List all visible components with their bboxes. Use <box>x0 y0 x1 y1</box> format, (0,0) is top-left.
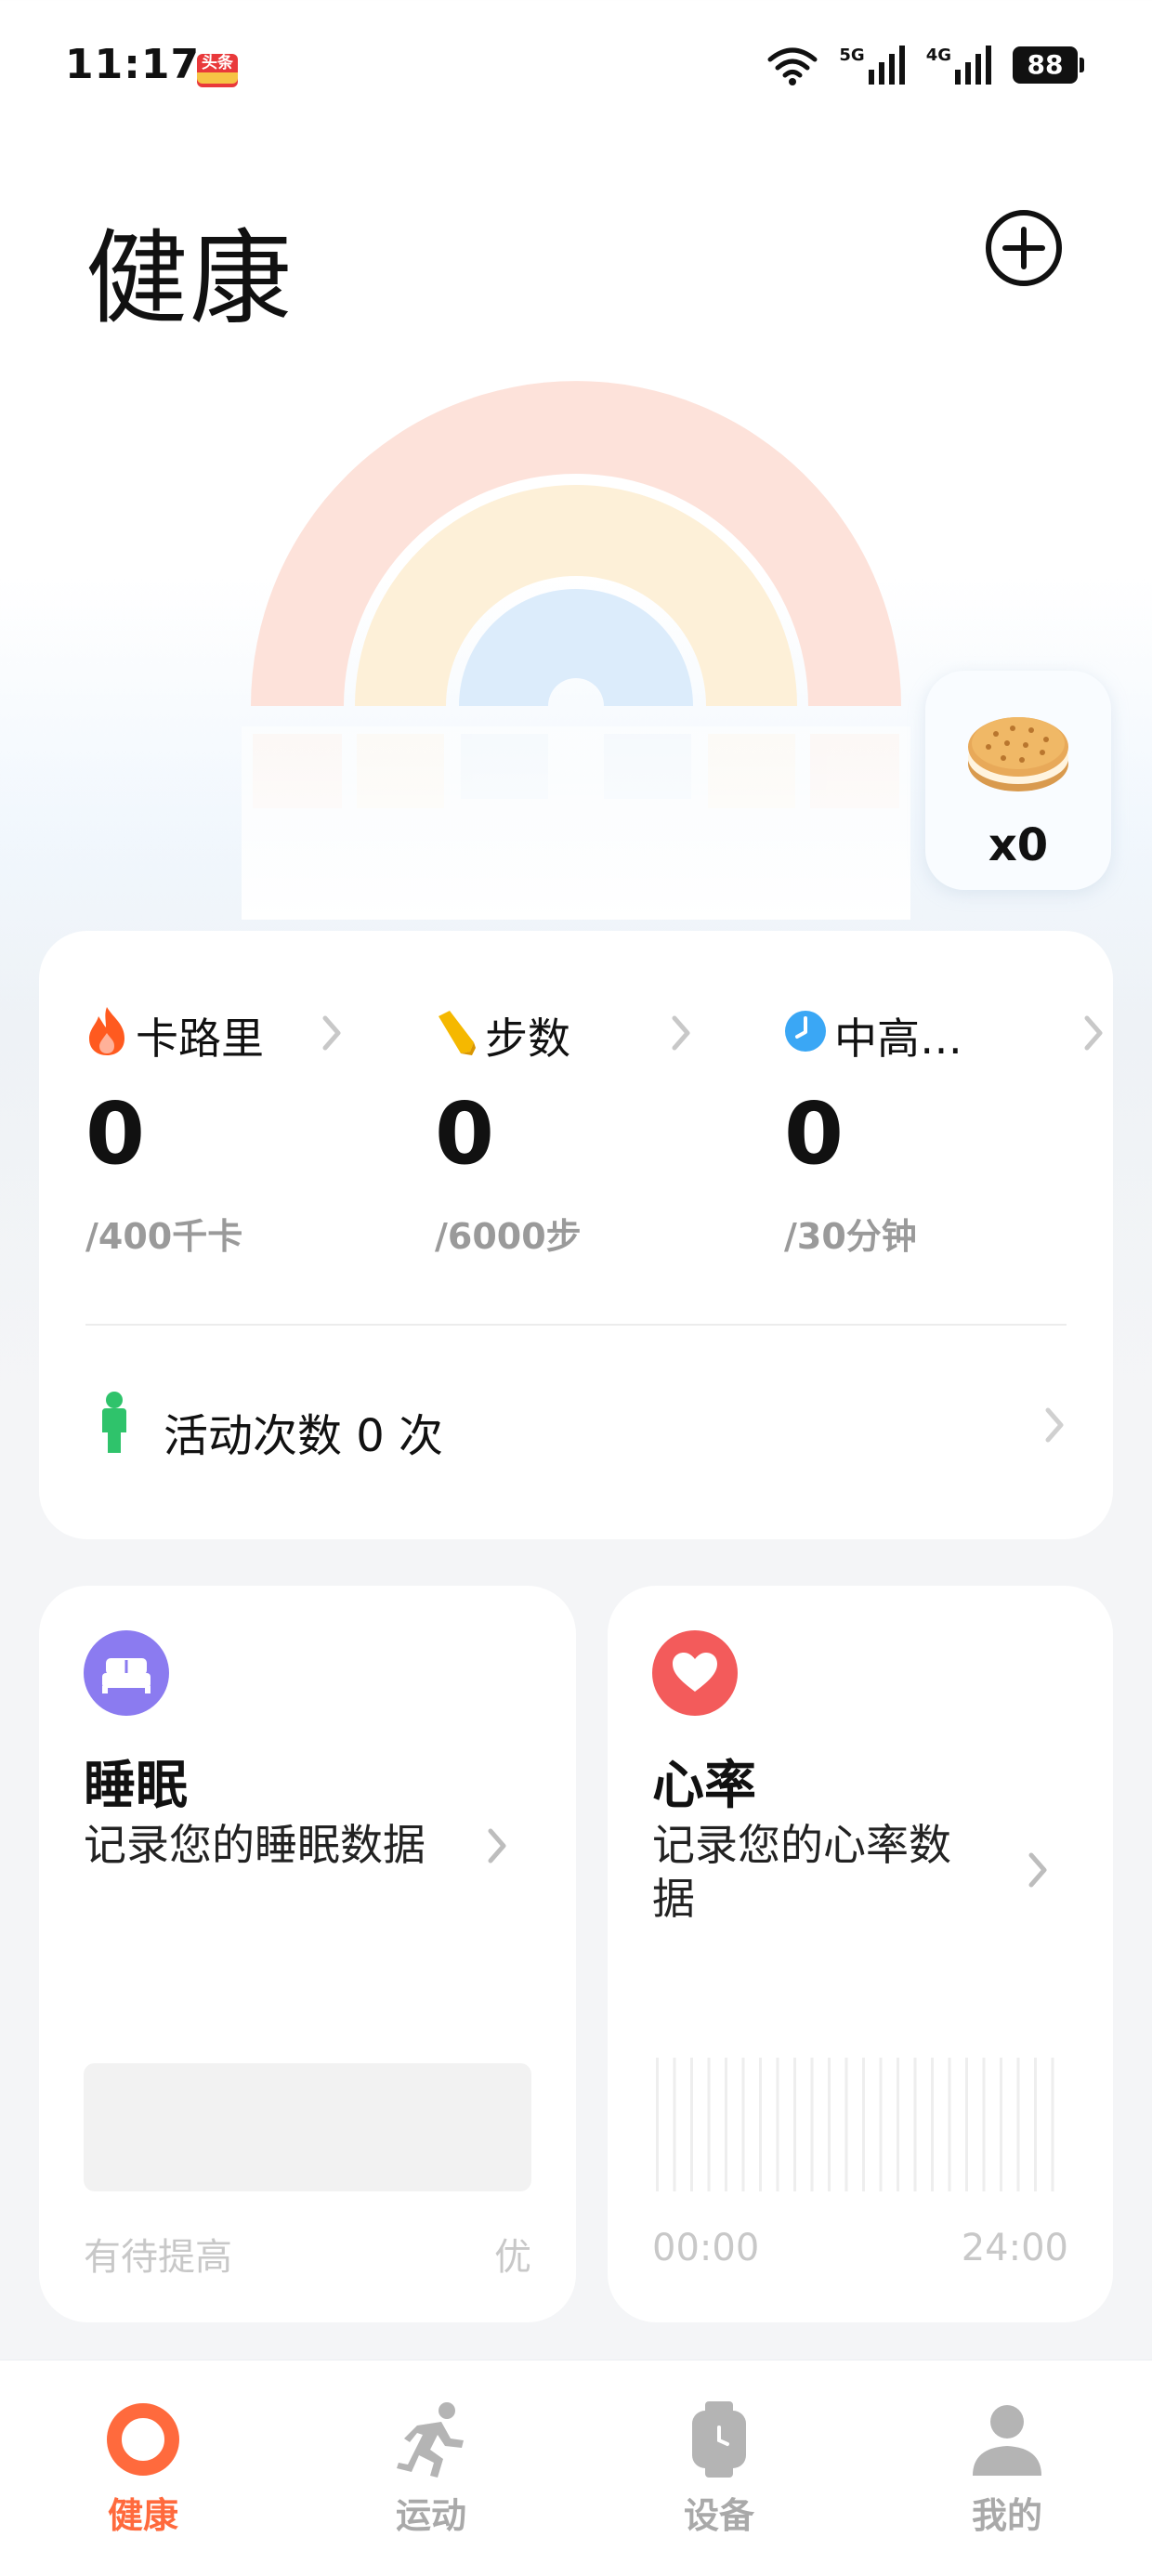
sleep-scale-low: 有待提高 <box>84 2236 232 2279</box>
tab-label: 我的 <box>971 2495 1042 2536</box>
watch-icon <box>692 2401 746 2478</box>
heart-rate-placeholder-bar <box>759 2058 762 2191</box>
shoe-icon <box>439 1011 476 1055</box>
wifi-icon <box>767 47 818 85</box>
heart-rate-placeholder-bar <box>725 2058 727 2191</box>
heart-rate-placeholder-bar <box>844 2058 848 2191</box>
news-app-label: 头条 <box>202 54 233 72</box>
metric-calories[interactable]: 卡路里 0 /400千卡 <box>39 931 373 1302</box>
heart-rate-placeholder-bar <box>913 2058 917 2191</box>
exercise-ring <box>459 589 693 706</box>
sleep-scale-high: 优 <box>494 2236 531 2279</box>
bottom-tab-bar: 健康 运动 设备 我的 <box>0 2360 1152 2576</box>
running-icon <box>397 2402 464 2478</box>
page-title: 健康 <box>85 219 294 338</box>
bed-icon <box>84 1630 169 1716</box>
chevron-right-icon <box>1028 1852 1047 1888</box>
heart-rate-placeholder-bar <box>879 2058 883 2191</box>
heart-rate-placeholder-bar <box>656 2058 659 2191</box>
heart-rate-subtitle: 记录您的心率数据 <box>652 1820 951 1924</box>
heart-rate-placeholder-bar <box>1016 2058 1020 2191</box>
metric-label: 中高… <box>834 1013 962 1064</box>
heart-rate-placeholder-bar <box>828 2058 831 2191</box>
heart-rate-placeholder-bar <box>897 2058 899 2191</box>
tab-label: 健康 <box>107 2495 178 2536</box>
tab-me[interactable]: 我的 <box>923 2398 1091 2546</box>
plus-circle-icon[interactable] <box>985 209 1063 287</box>
flame-icon <box>89 1007 124 1055</box>
activity-rings-graphic[interactable] <box>242 381 910 920</box>
person-standing-icon <box>102 1392 126 1453</box>
activity-count-label: 活动次数 0 次 <box>164 1410 444 1462</box>
heart-rate-placeholder-bar <box>741 2058 745 2191</box>
status-time: 11:17 <box>65 41 201 88</box>
heart-icon <box>652 1630 738 1716</box>
divider <box>85 1324 1067 1326</box>
activity-count-row[interactable]: 活动次数 0 次 <box>39 1367 1113 1479</box>
metric-goal: /400千卡 <box>85 1216 243 1257</box>
chevron-right-icon <box>1045 1407 1064 1443</box>
heart-rate-placeholder-bar <box>707 2058 711 2191</box>
heart-rate-placeholder-bar <box>673 2058 676 2191</box>
chevron-right-icon <box>1084 1015 1103 1051</box>
sleep-card[interactable]: 睡眠 记录您的睡眠数据 有待提高 优 <box>39 1586 576 2322</box>
clock-icon <box>785 1011 826 1052</box>
heart-rate-title: 心率 <box>652 1756 756 1816</box>
network-5g-label: 5G <box>839 46 865 65</box>
chevron-right-icon <box>322 1015 341 1051</box>
metric-value: 0 <box>784 1084 844 1183</box>
cookie-icon <box>968 717 1068 791</box>
heart-rate-placeholder-bar <box>1000 2058 1002 2191</box>
heart-rate-placeholder-bar <box>690 2058 693 2191</box>
heart-rate-card[interactable]: 心率 记录您的心率数据 00:00 24:00 <box>608 1586 1113 2322</box>
metric-exercise-minutes[interactable]: 中高… 0 /30分钟 <box>738 931 1113 1302</box>
heart-rate-time-start: 00:00 <box>652 2227 760 2269</box>
network-4g-label: 4G <box>925 46 951 65</box>
tab-label: 运动 <box>395 2495 466 2536</box>
heart-rate-placeholder-bar <box>1051 2058 1054 2191</box>
heart-rate-placeholder-bar <box>931 2058 934 2191</box>
chevron-right-icon <box>488 1828 506 1863</box>
heart-rate-time-end: 24:00 <box>961 2227 1068 2269</box>
battery-indicator: 88 <box>1013 46 1084 84</box>
tab-sport[interactable]: 运动 <box>347 2398 515 2546</box>
status-icons: 5G 4G 88 <box>766 43 1084 87</box>
heart-rate-placeholder-bar <box>1034 2058 1037 2191</box>
metric-goal: /6000步 <box>435 1216 582 1257</box>
heart-rate-placeholder-bar <box>810 2058 814 2191</box>
heart-rate-placeholder-chart <box>656 2058 1054 2191</box>
sleep-quality-placeholder <box>84 2063 531 2191</box>
tab-label: 设备 <box>683 2495 754 2536</box>
metric-label: 步数 <box>485 1013 570 1064</box>
heart-rate-placeholder-bar <box>948 2058 951 2191</box>
signal-4g-icon: 4G <box>926 46 992 85</box>
heart-rate-placeholder-bar <box>965 2058 968 2191</box>
chevron-right-icon <box>672 1015 690 1051</box>
heart-rate-placeholder-bar <box>776 2058 779 2191</box>
sleep-subtitle: 记录您的睡眠数据 <box>84 1820 425 1870</box>
heart-rate-placeholder-bar <box>982 2058 986 2191</box>
heart-rate-placeholder-bar <box>862 2058 865 2191</box>
metric-value: 0 <box>435 1084 495 1183</box>
signal-5g-icon: 5G <box>839 46 905 85</box>
news-app-notification-icon: 头条 <box>197 54 238 87</box>
reward-count: x0 <box>988 819 1049 871</box>
metric-goal: /30分钟 <box>784 1216 917 1257</box>
health-ring-icon <box>107 2403 179 2476</box>
activity-summary-card: 卡路里 0 /400千卡 步数 0 /6000步 中高… 0 /30分钟 活动次… <box>39 931 1113 1539</box>
reward-cookie-card[interactable]: x0 <box>925 671 1111 890</box>
profile-icon <box>973 2405 1041 2476</box>
metric-label: 卡路里 <box>136 1013 264 1064</box>
sleep-title: 睡眠 <box>84 1756 188 1816</box>
tab-health[interactable]: 健康 <box>59 2398 227 2546</box>
metric-steps[interactable]: 步数 0 /6000步 <box>388 931 723 1302</box>
tab-device[interactable]: 设备 <box>635 2398 803 2546</box>
metric-value: 0 <box>85 1084 146 1183</box>
heart-rate-placeholder-bar <box>793 2058 796 2191</box>
